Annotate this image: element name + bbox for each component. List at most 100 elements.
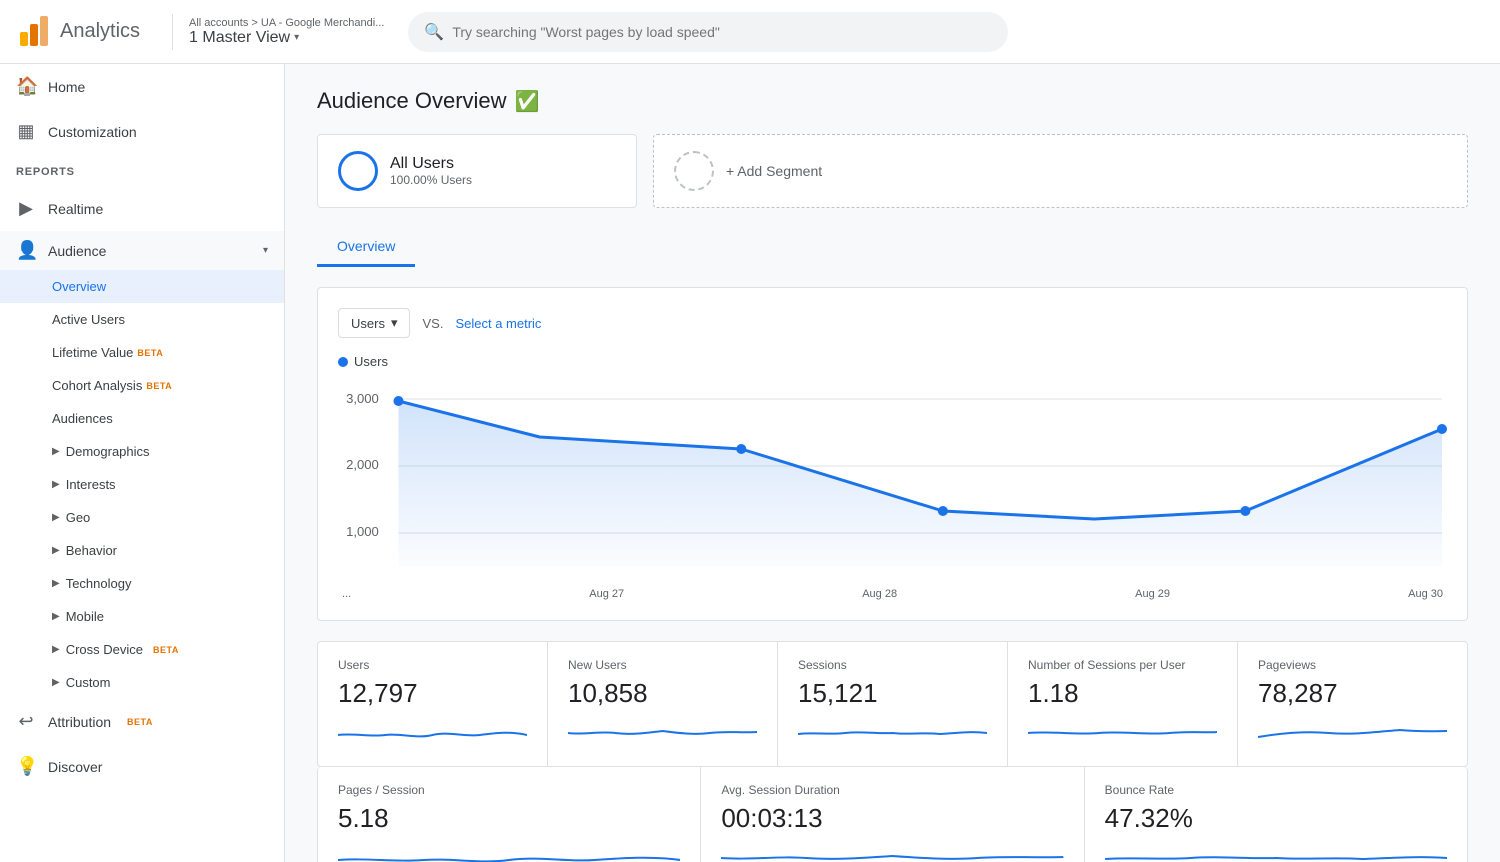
sidebar-item-discover[interactable]: 💡 Discover: [0, 744, 284, 789]
search-bar[interactable]: 🔍: [408, 12, 1008, 52]
account-info: All accounts > UA - Google Merchandi... …: [189, 17, 384, 47]
mobile-expand-arrow: ▶: [52, 611, 60, 622]
metric-value: 10,858: [568, 678, 757, 709]
account-view[interactable]: 1 Master View ▾: [189, 29, 384, 47]
main-layout: 🏠 Home ▦ Customization REPORTS ▶ Realtim…: [0, 64, 1500, 862]
line-chart: 3,000 2,000 1,000: [338, 381, 1447, 581]
metric-value: 15,121: [798, 678, 987, 709]
metric-cell[interactable]: Bounce Rate 47.32%: [1085, 767, 1467, 862]
technology-expand-arrow: ▶: [52, 578, 60, 589]
svg-text:3,000: 3,000: [346, 391, 379, 406]
tabs-row: Overview: [317, 228, 1468, 267]
audience-icon: 👤: [16, 240, 36, 261]
sidebar-expandable-demographics[interactable]: ▶ Demographics: [0, 435, 284, 468]
page-title-row: Audience Overview ✅: [317, 88, 1468, 114]
segment-info-all-users: All Users 100.00% Users: [390, 155, 472, 187]
sidebar-sub-item-overview[interactable]: Overview: [0, 270, 284, 303]
metric-cell[interactable]: New Users 10,858: [548, 642, 778, 766]
cross-device-beta-badge: BETA: [153, 645, 179, 655]
metric-sparkline: [1105, 842, 1447, 862]
page-title: Audience Overview: [317, 88, 507, 114]
sidebar-expandable-technology[interactable]: ▶ Technology: [0, 567, 284, 600]
metric-sparkline: [568, 717, 757, 750]
audience-collapse-arrow: ▾: [263, 245, 268, 256]
metric-dropdown-arrow: ▾: [391, 315, 398, 331]
metric-selector-row: Users ▾ VS. Select a metric: [338, 308, 1447, 338]
metric-label: Pages / Session: [338, 783, 680, 797]
tab-overview[interactable]: Overview: [317, 228, 415, 267]
chart-svg-wrap: 3,000 2,000 1,000: [338, 381, 1447, 600]
metric-cell[interactable]: Number of Sessions per User 1.18: [1008, 642, 1238, 766]
legend-label: Users: [354, 354, 388, 369]
logo-area: Analytics: [16, 14, 140, 50]
metric-label: Pageviews: [1258, 658, 1447, 672]
sidebar-expandable-custom[interactable]: ▶ Custom: [0, 666, 284, 699]
view-dropdown-arrow: ▾: [294, 32, 299, 43]
metric-sparkline: [798, 717, 987, 750]
realtime-icon: ▶: [16, 198, 36, 219]
lifetime-value-beta-badge: BETA: [137, 348, 163, 358]
sidebar-expandable-cross-device[interactable]: ▶ Cross Device BETA: [0, 633, 284, 666]
metric-value: 78,287: [1258, 678, 1447, 709]
sidebar-item-customization[interactable]: ▦ Customization: [0, 109, 284, 154]
search-input[interactable]: [452, 24, 992, 40]
search-icon: 🔍: [424, 22, 444, 42]
metrics-grid-row2: Pages / Session 5.18Avg. Session Duratio…: [317, 767, 1468, 862]
cross-device-expand-arrow: ▶: [52, 644, 60, 655]
cohort-analysis-beta-badge: BETA: [146, 381, 172, 391]
sidebar-sub-item-active-users[interactable]: Active Users: [0, 303, 284, 336]
sidebar-expandable-behavior[interactable]: ▶ Behavior: [0, 534, 284, 567]
verified-icon: ✅: [515, 89, 540, 114]
metric-value: 1.18: [1028, 678, 1217, 709]
metric-cell[interactable]: Sessions 15,121: [778, 642, 1008, 766]
legend-dot: [338, 357, 348, 367]
add-segment-text: + Add Segment: [726, 163, 822, 179]
sidebar-sub-item-cohort-analysis[interactable]: Cohort Analysis BETA: [0, 369, 284, 402]
sidebar-item-realtime[interactable]: ▶ Realtime: [0, 186, 284, 231]
segment-card-all-users[interactable]: All Users 100.00% Users: [317, 134, 637, 208]
metric-cell[interactable]: Users 12,797: [318, 642, 548, 766]
metric-sparkline: [721, 842, 1063, 862]
metric-label: Bounce Rate: [1105, 783, 1447, 797]
sidebar: 🏠 Home ▦ Customization REPORTS ▶ Realtim…: [0, 64, 285, 862]
segments-row: All Users 100.00% Users + Add Segment: [317, 134, 1468, 208]
topbar-divider: [172, 14, 173, 50]
metric-sparkline: [1028, 717, 1217, 750]
metric-cell[interactable]: Pageviews 78,287: [1238, 642, 1467, 766]
attribution-icon: ↩: [16, 711, 36, 732]
home-icon: 🏠: [16, 76, 36, 97]
reports-section-label: REPORTS: [0, 158, 284, 186]
chart-date-labels: ... Aug 27 Aug 28 Aug 29 Aug 30: [338, 588, 1447, 600]
metric-sparkline: [1258, 717, 1447, 750]
sidebar-item-audience[interactable]: 👤 Audience ▾: [0, 231, 284, 270]
customization-icon: ▦: [16, 121, 36, 142]
custom-expand-arrow: ▶: [52, 677, 60, 688]
metric-label: Sessions: [798, 658, 987, 672]
metric-label: Number of Sessions per User: [1028, 658, 1217, 672]
segment-circle-add: [674, 151, 714, 191]
segment-name: All Users: [390, 155, 472, 173]
metric-label: Avg. Session Duration: [721, 783, 1063, 797]
sidebar-item-attribution[interactable]: ↩ Attribution BETA: [0, 699, 284, 744]
sidebar-item-home[interactable]: 🏠 Home: [0, 64, 284, 109]
sidebar-expandable-mobile[interactable]: ▶ Mobile: [0, 600, 284, 633]
sidebar-sub-item-audiences[interactable]: Audiences: [0, 402, 284, 435]
segment-circle-all-users: [338, 151, 378, 191]
sidebar-expandable-geo[interactable]: ▶ Geo: [0, 501, 284, 534]
metric-value: 47.32%: [1105, 803, 1447, 834]
demographics-expand-arrow: ▶: [52, 446, 60, 457]
geo-expand-arrow: ▶: [52, 512, 60, 523]
sidebar-expandable-interests[interactable]: ▶ Interests: [0, 468, 284, 501]
behavior-expand-arrow: ▶: [52, 545, 60, 556]
metric-label: New Users: [568, 658, 757, 672]
select-metric[interactable]: Select a metric: [455, 316, 541, 331]
attribution-beta-badge: BETA: [127, 717, 153, 727]
sidebar-sub-item-lifetime-value[interactable]: Lifetime Value BETA: [0, 336, 284, 369]
metric-value: 12,797: [338, 678, 527, 709]
add-segment-card[interactable]: + Add Segment: [653, 134, 1468, 208]
chart-legend: Users: [338, 354, 1447, 369]
metric-cell[interactable]: Avg. Session Duration 00:03:13: [701, 767, 1084, 862]
metric-dropdown[interactable]: Users ▾: [338, 308, 410, 338]
metric-cell[interactable]: Pages / Session 5.18: [318, 767, 701, 862]
metric-sparkline: [338, 717, 527, 750]
